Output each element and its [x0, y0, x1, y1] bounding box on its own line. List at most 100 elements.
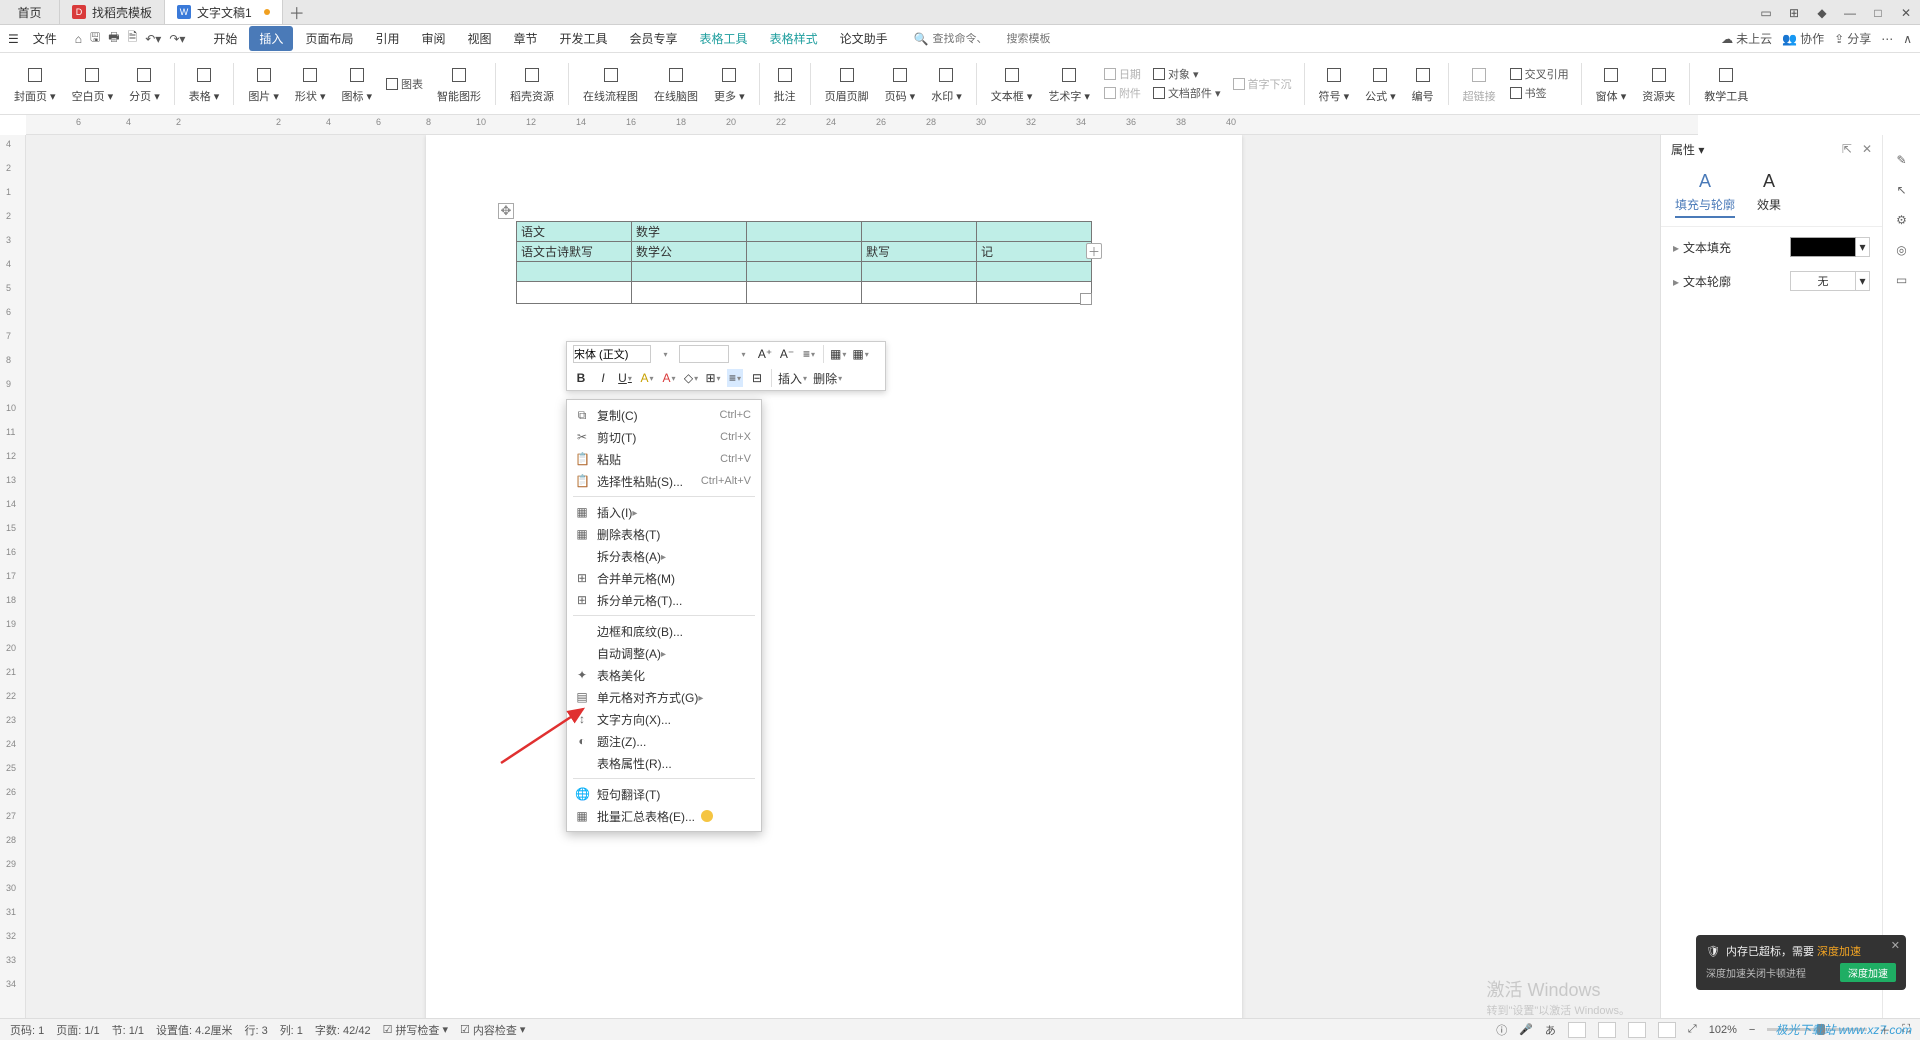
tab-document[interactable]: W 文字文稿1 [165, 0, 283, 24]
panel-pin-icon[interactable]: ⇱ [1842, 142, 1852, 156]
ctx-题注(Z)...[interactable]: ◐题注(Z)... [567, 730, 761, 752]
status-设置值[interactable]: 设置值: 4.2厘米 [156, 1022, 232, 1038]
shrink-font-icon[interactable]: A⁻ [779, 345, 795, 363]
ribbon-页眉页脚[interactable]: 页眉页脚 [819, 56, 875, 112]
ctx-合并单元格(M)[interactable]: ⊞合并单元格(M) [567, 567, 761, 589]
insert-table-icon[interactable]: ▦ [830, 345, 846, 363]
tool-select-icon[interactable]: ↖ [1896, 183, 1906, 197]
toast-close-icon[interactable]: ✕ [1891, 939, 1900, 952]
ribbon-分页[interactable]: 分页 ▾ [123, 56, 166, 112]
search-template-input[interactable] [1007, 33, 1077, 45]
ctx-表格美化[interactable]: ✦表格美化 [567, 664, 761, 686]
ruler-vertical[interactable]: 4212345678910111213141516171819202122232… [0, 135, 26, 1018]
ribbon-在线流程图[interactable]: 在线流程图 [577, 56, 644, 112]
ctx-删除表格(T)[interactable]: ▦删除表格(T) [567, 523, 761, 545]
assist-icon[interactable]: ⓘ [1496, 1022, 1507, 1038]
ribbon-图表[interactable]: 图表 [386, 76, 423, 92]
font-name-drop[interactable] [657, 345, 673, 363]
ribbon-超链接[interactable]: 超链接 [1457, 56, 1502, 112]
toast-accelerate-button[interactable]: 深度加速 [1840, 963, 1896, 982]
apps-icon[interactable]: ⊞ [1780, 0, 1808, 25]
status-页码[interactable]: 页码: 1 [10, 1022, 44, 1038]
ribbon-交叉引用[interactable]: 交叉引用 [1510, 66, 1569, 82]
ribbon-窗体[interactable]: 窗体 ▾ [1590, 56, 1633, 112]
ribbon-tab-7[interactable]: 开发工具 [550, 26, 618, 51]
menu-file[interactable]: 文件 [25, 27, 65, 50]
ctx-文字方向(X)...[interactable]: ↕文字方向(X)... [567, 708, 761, 730]
cloud-status[interactable]: ☁未上云 [1721, 30, 1772, 47]
voice-icon[interactable]: 🎤 [1519, 1023, 1533, 1036]
ribbon-更多[interactable]: 更多 ▾ [708, 56, 751, 112]
table-row[interactable] [517, 282, 1092, 304]
ribbon-tab-4[interactable]: 审阅 [411, 26, 455, 51]
ctx-选择性粘贴(S)...[interactable]: 📋选择性粘贴(S)...Ctrl+Alt+V [567, 470, 761, 492]
command-search[interactable]: 🔍 [914, 32, 1077, 46]
ribbon-水印[interactable]: 水印 ▾ [925, 56, 968, 112]
ribbon-形状[interactable]: 形状 ▾ [289, 56, 332, 112]
window-close[interactable]: ✕ [1892, 0, 1920, 25]
ribbon-附件[interactable]: 附件 [1104, 85, 1141, 101]
fill-color-swatch[interactable] [1790, 237, 1856, 257]
qat-print-icon[interactable]: 🖶 [108, 28, 119, 49]
ribbon-日期[interactable]: 日期 [1104, 66, 1141, 82]
ribbon-图片[interactable]: 图片 ▾ [242, 56, 285, 112]
ribbon-tab-0[interactable]: 开始 [203, 26, 247, 51]
ribbon-教学工具[interactable]: 教学工具 [1698, 56, 1754, 112]
qat-save-icon[interactable]: 🖫 [90, 28, 100, 49]
view-read-icon[interactable] [1658, 1022, 1676, 1038]
status-列[interactable]: 列: 1 [280, 1022, 303, 1038]
panel-tab-effect[interactable]: A 效果 [1757, 171, 1781, 218]
prop-text-fill[interactable]: ▸文本填充 ▾ [1673, 237, 1870, 257]
tool-page-icon[interactable]: ▭ [1896, 273, 1907, 287]
status-节[interactable]: 节: 1/1 [112, 1022, 144, 1038]
qat-home-icon[interactable]: ⌂ [75, 32, 82, 46]
tab-daoke[interactable]: D 找稻壳模板 [60, 0, 165, 24]
contentcheck-toggle[interactable]: ☑ 内容检查 ▾ [460, 1022, 525, 1038]
ribbon-公式[interactable]: 公式 ▾ [1359, 56, 1402, 112]
ctx-粘贴[interactable]: 📋粘贴Ctrl+V [567, 448, 761, 470]
tab-add[interactable]: ＋ [283, 0, 311, 24]
align-icon[interactable]: ≡ [727, 369, 743, 387]
status-行[interactable]: 行: 3 [244, 1022, 267, 1038]
italic-icon[interactable]: I [595, 369, 611, 387]
view-web-icon[interactable] [1628, 1022, 1646, 1038]
ribbon-首字下沉[interactable]: 首字下沉 [1233, 76, 1292, 92]
tool-nav-icon[interactable]: ◎ [1896, 243, 1906, 257]
font-name-input[interactable] [573, 345, 651, 363]
outline-select[interactable]: 无 [1790, 271, 1856, 291]
font-size-drop[interactable] [735, 345, 751, 363]
menu-more[interactable]: ⋯ [1881, 32, 1893, 46]
search-input[interactable] [933, 33, 1003, 45]
table-row[interactable]: 语文古诗默写 数学公 默写 记 [517, 242, 1092, 262]
borders-icon[interactable]: ⊞ [705, 369, 721, 387]
tool-pencil-icon[interactable]: ✎ [1896, 153, 1906, 167]
ribbon-艺术字[interactable]: 艺术字 ▾ [1042, 56, 1096, 112]
coop-button[interactable]: 👥协作 [1782, 30, 1824, 47]
ribbon-页码[interactable]: 页码 ▾ [879, 56, 922, 112]
grow-font-icon[interactable]: A⁺ [757, 345, 773, 363]
ruler-horizontal[interactable]: 642246810121416182022242628303234363840 [26, 115, 1698, 135]
view-page-icon[interactable] [1568, 1022, 1586, 1038]
ribbon-文本框[interactable]: 文本框 ▾ [985, 56, 1039, 112]
mini-insert[interactable]: 插入 [778, 369, 807, 387]
ctx-表格属性(R)...[interactable]: 表格属性(R)... [567, 752, 761, 774]
table-add-row[interactable]: ＋ [1086, 243, 1102, 259]
document-canvas[interactable]: ✥ 语文 数学 语文古诗默写 数学公 默写 记 [26, 135, 1660, 1018]
ribbon-tab-3[interactable]: 引用 [365, 26, 409, 51]
ctx-批量汇总表格(E)...[interactable]: ▦批量汇总表格(E)... [567, 805, 761, 827]
ctx-自动调整(A)[interactable]: 自动调整(A) [567, 642, 761, 664]
ctx-单元格对齐方式(G)[interactable]: ▤单元格对齐方式(G) [567, 686, 761, 708]
ctx-短句翻译(T)[interactable]: 🌐短句翻译(T) [567, 783, 761, 805]
ctx-剪切(T)[interactable]: ✂剪切(T)Ctrl+X [567, 426, 761, 448]
ribbon-智能图形[interactable]: 智能图形 [431, 56, 487, 112]
ribbon-tab-8[interactable]: 会员专享 [620, 26, 688, 51]
window-maximize[interactable]: □ [1864, 0, 1892, 25]
spellcheck-toggle[interactable]: ☑ 拼写检查 ▾ [383, 1022, 448, 1038]
bold-icon[interactable]: B [573, 369, 589, 387]
ribbon-文档部件[interactable]: 文档部件 ▾ [1153, 85, 1221, 101]
menu-expand[interactable]: ∧ [1903, 32, 1912, 46]
ribbon-批注[interactable]: 批注 [768, 56, 802, 112]
ribbon-tab-1[interactable]: 插入 [249, 26, 293, 51]
font-size-input[interactable] [679, 345, 729, 363]
ribbon-tab-6[interactable]: 章节 [504, 26, 548, 51]
